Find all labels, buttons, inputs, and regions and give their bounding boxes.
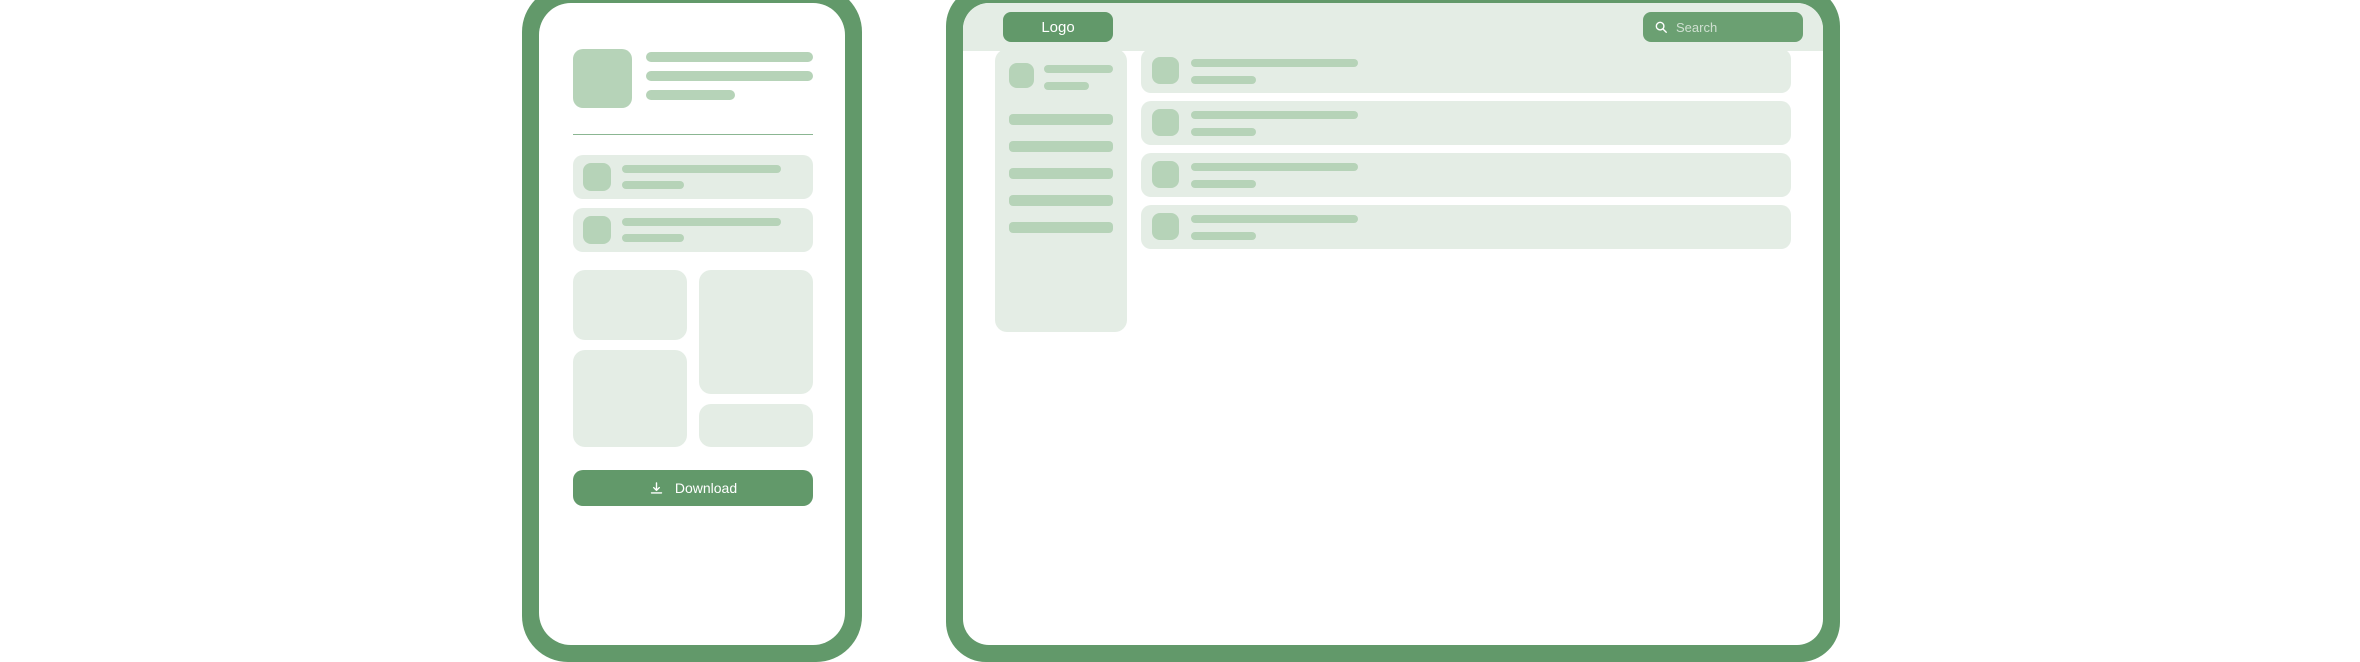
placeholder-subtitle-line — [622, 234, 684, 242]
placeholder-text-line — [646, 71, 813, 81]
placeholder-text-line — [646, 52, 813, 62]
sidebar-profile — [1009, 63, 1113, 90]
table-row-body — [1152, 57, 1452, 84]
placeholder-title-line — [1191, 59, 1359, 67]
placeholder-title-line — [622, 218, 782, 226]
list-item[interactable] — [573, 208, 813, 252]
grid-tile-2[interactable] — [573, 350, 687, 447]
list-item[interactable] — [573, 155, 813, 199]
sidebar-profile-text-lines — [1044, 63, 1113, 90]
table-row[interactable] — [1141, 49, 1791, 93]
placeholder-subtitle-line — [1191, 76, 1257, 84]
sidebar-nav-item-1[interactable] — [1009, 114, 1113, 125]
placeholder-subtitle-line — [1191, 128, 1257, 136]
grid-tile-3[interactable] — [699, 270, 813, 394]
search-placeholder-text: Search — [1676, 19, 1718, 35]
avatar-placeholder-icon — [573, 49, 632, 108]
download-button[interactable]: Download — [573, 470, 813, 506]
search-icon — [1655, 21, 1667, 33]
avatar-placeholder-icon — [1152, 57, 1179, 84]
table-row-text-lines — [1191, 161, 1452, 188]
sidebar-nav-item-4[interactable] — [1009, 195, 1113, 206]
grid-tile-4[interactable] — [699, 404, 813, 447]
placeholder-title-line — [1191, 163, 1359, 171]
table-row-text-lines — [1191, 109, 1452, 136]
download-button-label: Download — [674, 480, 738, 496]
table-row-body — [1152, 213, 1452, 240]
sidebar-nav-item-5[interactable] — [1009, 222, 1113, 233]
grid-tile-1[interactable] — [573, 270, 687, 340]
app-topbar: Logo Search — [963, 3, 1823, 51]
avatar-placeholder-icon — [1152, 109, 1179, 136]
table-row-body — [1152, 109, 1452, 136]
list-item-body — [583, 216, 803, 244]
avatar-placeholder-icon — [1152, 213, 1179, 240]
phone-screen: Download — [539, 3, 845, 645]
content-list — [1141, 49, 1791, 257]
sidebar-nav-item-2[interactable] — [1009, 141, 1113, 152]
phone-screen-content: Download — [539, 3, 845, 645]
tablet-screen: Logo Search — [963, 3, 1823, 645]
placeholder-title-line — [1191, 111, 1359, 119]
app-sidebar — [995, 49, 1127, 332]
placeholder-subtitle-line — [1191, 180, 1257, 188]
placeholder-text-line — [646, 90, 735, 100]
table-row[interactable] — [1141, 101, 1791, 145]
table-row-text-lines — [1191, 213, 1452, 240]
placeholder-text-line — [1044, 65, 1113, 73]
sidebar-nav-item-3[interactable] — [1009, 168, 1113, 179]
download-icon — [650, 481, 663, 494]
placeholder-title-line — [1191, 215, 1359, 223]
placeholder-text-line — [1044, 82, 1089, 90]
mobile-profile-header — [573, 49, 813, 113]
placeholder-subtitle-line — [1191, 232, 1257, 240]
list-item-text-lines — [622, 163, 803, 189]
avatar-placeholder-icon — [1009, 63, 1034, 88]
list-item-body — [583, 163, 803, 191]
mobile-content-grid — [573, 270, 813, 447]
phone-mockup-frame: Download — [522, 0, 862, 662]
mobile-profile-text-lines — [646, 49, 813, 100]
placeholder-subtitle-line — [622, 181, 684, 189]
logo-button[interactable]: Logo — [1003, 12, 1113, 42]
list-item-text-lines — [622, 216, 803, 242]
table-row-body — [1152, 161, 1452, 188]
avatar-placeholder-icon — [1152, 161, 1179, 188]
table-row[interactable] — [1141, 153, 1791, 197]
avatar-placeholder-icon — [583, 163, 611, 191]
search-input[interactable]: Search — [1643, 12, 1803, 42]
table-row[interactable] — [1141, 205, 1791, 249]
placeholder-title-line — [622, 165, 782, 173]
tablet-mockup-frame: Logo Search — [946, 0, 1840, 662]
mockup-canvas: Download Logo Search — [0, 0, 2360, 662]
section-divider — [573, 134, 813, 135]
table-row-text-lines — [1191, 57, 1452, 84]
avatar-placeholder-icon — [583, 216, 611, 244]
